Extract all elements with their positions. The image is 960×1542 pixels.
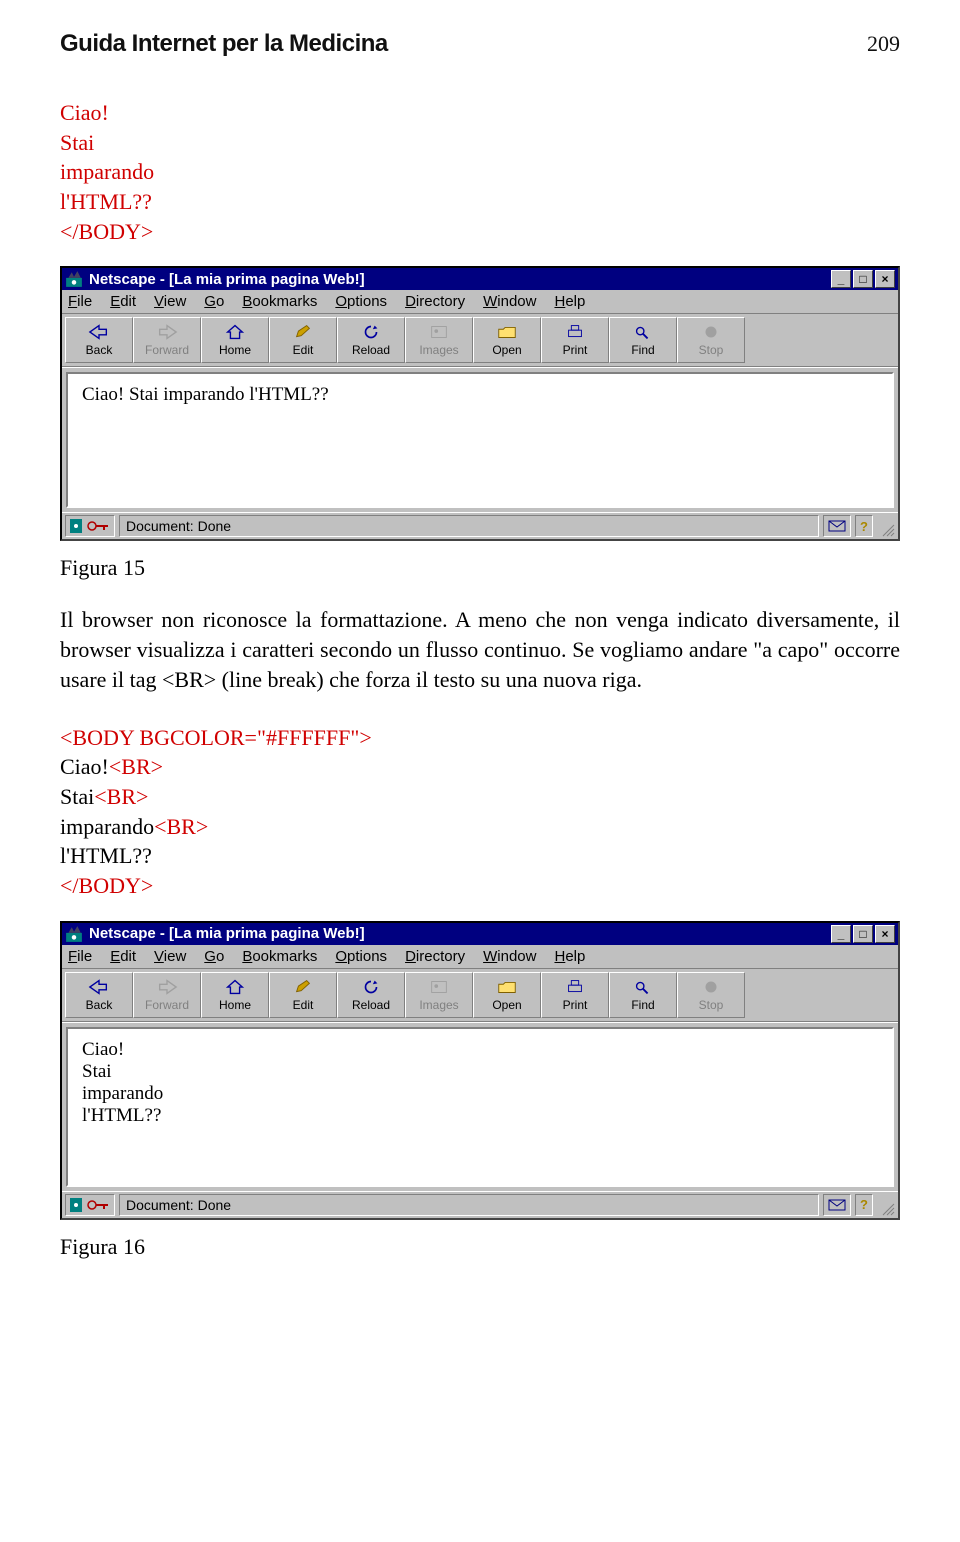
home-button[interactable]: Home <box>201 972 269 1018</box>
resize-grip[interactable] <box>877 1194 895 1216</box>
netscape-window-fig15: Netscape - [La mia prima pagina Web!] _ … <box>60 266 900 541</box>
status-icon-key <box>65 1194 115 1216</box>
reload-button[interactable]: Reload <box>337 972 405 1018</box>
running-header: Guida Internet per la Medicina 209 <box>60 30 900 58</box>
code-line: Ciao!<BR> <box>60 752 900 782</box>
paragraph-1: Il browser non riconosce la formattazion… <box>60 605 900 694</box>
content-line: l'HTML?? <box>82 1105 878 1127</box>
code-line: Stai <box>60 128 900 158</box>
home-button[interactable]: Home <box>201 317 269 363</box>
menu-window[interactable]: Window <box>483 948 536 965</box>
forward-button[interactable]: Forward <box>133 317 201 363</box>
menu-bookmarks[interactable]: Bookmarks <box>242 293 317 310</box>
code-line: Stai<BR> <box>60 782 900 812</box>
titlebar: Netscape - [La mia prima pagina Web!] _ … <box>62 923 898 945</box>
menu-edit[interactable]: Edit <box>110 948 136 965</box>
code-line: Ciao! <box>60 98 900 128</box>
code-line: imparando<BR> <box>60 812 900 842</box>
status-text: Document: Done <box>119 515 819 537</box>
menu-directory[interactable]: Directory <box>405 948 465 965</box>
menu-bookmarks[interactable]: Bookmarks <box>242 948 317 965</box>
stop-button[interactable]: Stop <box>677 317 745 363</box>
menu-view[interactable]: View <box>154 293 186 310</box>
window-title: Netscape - [La mia prima pagina Web!] <box>89 925 829 942</box>
figure-caption-16: Figura 16 <box>60 1234 900 1260</box>
menu-options[interactable]: Options <box>335 293 387 310</box>
images-button[interactable]: Images <box>405 317 473 363</box>
maximize-button[interactable]: □ <box>853 925 873 943</box>
book-title: Guida Internet per la Medicina <box>60 30 388 58</box>
netscape-icon <box>65 270 83 288</box>
question-icon[interactable]: ? <box>855 515 873 537</box>
menubar: File Edit View Go Bookmarks Options Dire… <box>62 945 898 969</box>
content-line: Stai <box>82 1061 878 1083</box>
code-line: imparando <box>60 157 900 187</box>
print-button[interactable]: Print <box>541 317 609 363</box>
status-text: Document: Done <box>119 1194 819 1216</box>
menu-view[interactable]: View <box>154 948 186 965</box>
images-button[interactable]: Images <box>405 972 473 1018</box>
code-block-2: <BODY BGCOLOR="#FFFFFF"> Ciao!<BR> Stai<… <box>60 723 900 901</box>
status-icon-key <box>65 515 115 537</box>
question-icon[interactable]: ? <box>855 1194 873 1216</box>
open-button[interactable]: Open <box>473 317 541 363</box>
page-number: 209 <box>867 31 900 57</box>
code-line: l'HTML?? <box>60 187 900 217</box>
netscape-icon <box>65 925 83 943</box>
menu-help[interactable]: Help <box>554 293 585 310</box>
code-line: </BODY> <box>60 871 900 901</box>
menu-edit[interactable]: Edit <box>110 293 136 310</box>
toolbar: Back Forward Home Edit Reload Images Ope… <box>62 969 898 1022</box>
code-line: <BODY BGCOLOR="#FFFFFF"> <box>60 723 900 753</box>
mail-icon[interactable] <box>823 515 851 537</box>
edit-button[interactable]: Edit <box>269 972 337 1018</box>
open-button[interactable]: Open <box>473 972 541 1018</box>
print-button[interactable]: Print <box>541 972 609 1018</box>
content-line: Ciao! <box>82 1039 878 1061</box>
menu-help[interactable]: Help <box>554 948 585 965</box>
figure-caption-15: Figura 15 <box>60 555 900 581</box>
menu-go[interactable]: Go <box>204 948 224 965</box>
page-content: Ciao! Stai imparando l'HTML?? <box>66 1027 894 1187</box>
window-title: Netscape - [La mia prima pagina Web!] <box>89 271 829 288</box>
toolbar: Back Forward Home Edit Reload Images Ope… <box>62 314 898 367</box>
close-button[interactable]: × <box>875 925 895 943</box>
edit-button[interactable]: Edit <box>269 317 337 363</box>
mail-icon[interactable] <box>823 1194 851 1216</box>
resize-grip[interactable] <box>877 515 895 537</box>
code-line: l'HTML?? <box>60 841 900 871</box>
stop-button[interactable]: Stop <box>677 972 745 1018</box>
netscape-window-fig16: Netscape - [La mia prima pagina Web!] _ … <box>60 921 900 1220</box>
forward-button[interactable]: Forward <box>133 972 201 1018</box>
minimize-button[interactable]: _ <box>831 270 851 288</box>
titlebar: Netscape - [La mia prima pagina Web!] _ … <box>62 268 898 290</box>
page-content: Ciao! Stai imparando l'HTML?? <box>66 372 894 508</box>
reload-button[interactable]: Reload <box>337 317 405 363</box>
back-button[interactable]: Back <box>65 317 133 363</box>
statusbar: Document: Done ? <box>62 1191 898 1218</box>
find-button[interactable]: Find <box>609 317 677 363</box>
find-button[interactable]: Find <box>609 972 677 1018</box>
menu-go[interactable]: Go <box>204 293 224 310</box>
menu-options[interactable]: Options <box>335 948 387 965</box>
menubar: File Edit View Go Bookmarks Options Dire… <box>62 290 898 314</box>
menu-window[interactable]: Window <box>483 293 536 310</box>
menu-file[interactable]: File <box>68 293 92 310</box>
code-block-1: Ciao! Stai imparando l'HTML?? </BODY> <box>60 98 900 246</box>
content-line: imparando <box>82 1083 878 1105</box>
menu-directory[interactable]: Directory <box>405 293 465 310</box>
code-line: </BODY> <box>60 217 900 247</box>
maximize-button[interactable]: □ <box>853 270 873 288</box>
content-text: Ciao! Stai imparando l'HTML?? <box>82 384 878 406</box>
statusbar: Document: Done ? <box>62 512 898 539</box>
back-button[interactable]: Back <box>65 972 133 1018</box>
menu-file[interactable]: File <box>68 948 92 965</box>
minimize-button[interactable]: _ <box>831 925 851 943</box>
close-button[interactable]: × <box>875 270 895 288</box>
